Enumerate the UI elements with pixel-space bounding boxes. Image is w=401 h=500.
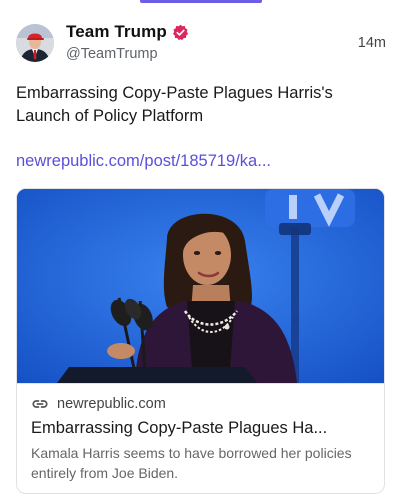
card-title[interactable]: Embarrassing Copy-Paste Plagues Ha...	[31, 419, 372, 438]
card-image	[17, 189, 384, 383]
card-domain-row: newrepublic.com	[31, 394, 372, 414]
card-description: Kamala Harris seems to have borrowed her…	[31, 445, 352, 481]
verified-badge-icon	[172, 24, 189, 41]
author-info: Team Trump @TeamTrump	[66, 22, 189, 62]
post-header: Team Trump @TeamTrump 14m	[16, 22, 386, 66]
post[interactable]: Team Trump @TeamTrump 14m Embarrassing C…	[0, 0, 401, 500]
card-domain: newrepublic.com	[57, 396, 166, 412]
card-body: newrepublic.com Embarrassing Copy-Paste …	[17, 383, 384, 493]
display-name[interactable]: Team Trump	[66, 22, 167, 42]
post-link[interactable]: newrepublic.com/post/185719/ka...	[16, 152, 271, 171]
post-timestamp: 14m	[357, 35, 386, 51]
author-handle[interactable]: @TeamTrump	[66, 46, 189, 62]
link-preview-card[interactable]: newrepublic.com Embarrassing Copy-Paste …	[16, 188, 385, 494]
link-icon	[31, 395, 49, 413]
avatar[interactable]	[16, 24, 54, 62]
post-text: Embarrassing Copy-Paste Plagues Harris's…	[16, 84, 333, 125]
